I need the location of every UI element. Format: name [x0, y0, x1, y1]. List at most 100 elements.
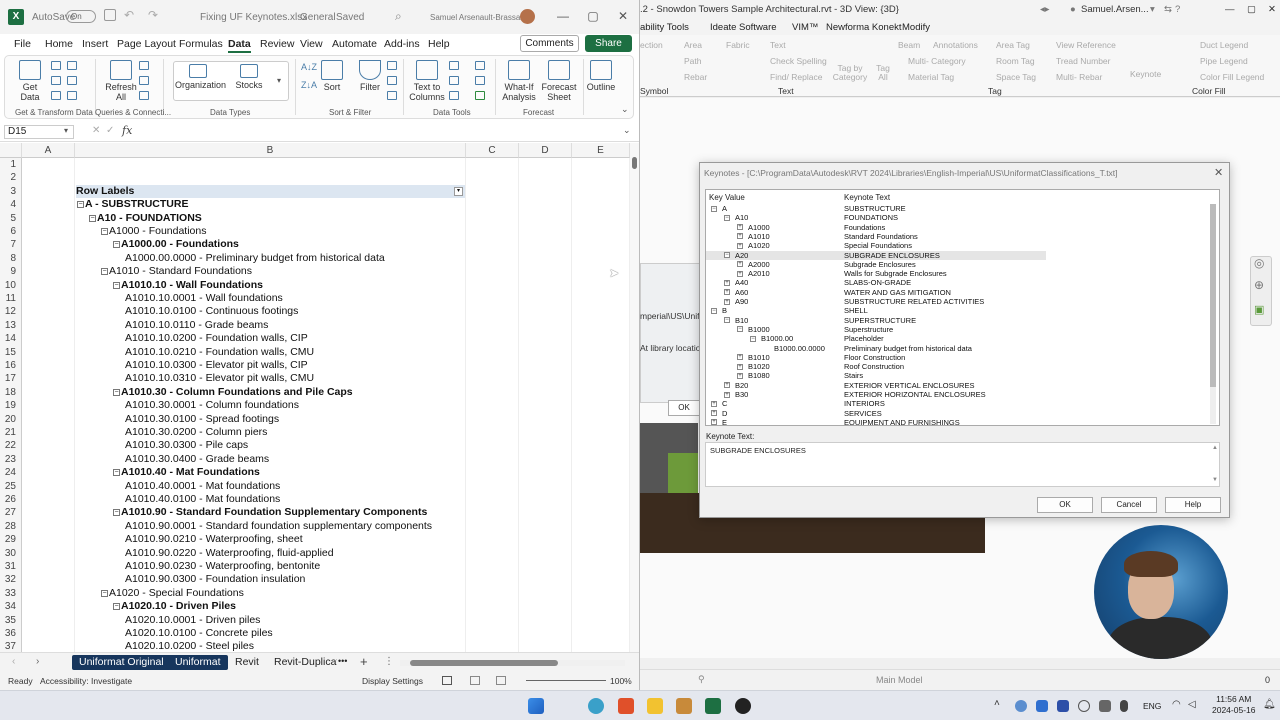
refresh-all-button[interactable]: Refresh All: [103, 60, 139, 102]
remove-duplicates-icon[interactable]: [449, 76, 459, 85]
queries-icon[interactable]: [139, 61, 149, 70]
pivot-row[interactable]: A1010.40.0001 - Mat foundations: [125, 480, 280, 493]
chevron-up-icon[interactable]: ˄: [994, 698, 1000, 709]
pivot-row[interactable]: A1010.10.0210 - Foundation walls, CMU: [125, 346, 314, 359]
keynote-row[interactable]: − B1000 Superstructure: [706, 325, 1046, 334]
main-model[interactable]: Main Model: [876, 675, 923, 685]
scrollbar-thumb[interactable]: [632, 157, 637, 169]
accessibility-status[interactable]: Accessibility: Investigate: [40, 676, 132, 686]
collapse-icon[interactable]: −: [724, 317, 730, 324]
rv-space-tag[interactable]: Space Tag: [996, 72, 1036, 82]
pivot-row[interactable]: − A1000.00 - Foundations: [113, 238, 239, 251]
tray-onedrive-icon[interactable]: [1036, 700, 1048, 712]
expand-icon[interactable]: +: [724, 289, 730, 296]
rv-view-reference[interactable]: View Reference: [1056, 40, 1116, 50]
collapse-icon[interactable]: −: [113, 603, 120, 611]
collapse-icon[interactable]: −: [113, 469, 120, 477]
view-cube-icon[interactable]: ▣: [1254, 303, 1264, 316]
keynote-text-box[interactable]: SUBGRADE ENCLOSURES: [705, 442, 1220, 487]
column-header-c[interactable]: C: [466, 143, 519, 158]
row-header[interactable]: 17: [0, 372, 22, 385]
keynote-row[interactable]: − A SUBSTRUCTURE: [706, 204, 1046, 213]
formula-input[interactable]: [140, 124, 620, 139]
keynote-row[interactable]: + D SERVICES: [706, 409, 1046, 418]
start-icon[interactable]: [528, 698, 544, 714]
row-header[interactable]: 18: [0, 386, 22, 399]
keynote-row[interactable]: − B10 SUPERSTRUCTURE: [706, 316, 1046, 325]
comments-button[interactable]: Comments: [520, 35, 579, 52]
microphone-icon[interactable]: [1120, 700, 1128, 712]
properties-icon[interactable]: [139, 76, 149, 85]
relationships-icon[interactable]: [475, 76, 485, 85]
sort-za-icon[interactable]: Z↓A: [301, 80, 317, 90]
close-icon[interactable]: ✕: [1214, 166, 1223, 179]
forecast-sheet-button[interactable]: Forecast Sheet: [539, 60, 579, 102]
menu-file[interactable]: File: [14, 38, 31, 50]
keynote-row[interactable]: + B1020 Roof Construction: [706, 362, 1046, 371]
menu-automate[interactable]: Automate: [332, 38, 377, 50]
row-header[interactable]: 15: [0, 346, 22, 359]
pivot-row[interactable]: − A1010.90 - Standard Foundation Suppleme…: [113, 506, 427, 519]
row-header[interactable]: 19: [0, 399, 22, 412]
account-name[interactable]: Samuel Arsenault-Brassard: [430, 13, 527, 22]
pivot-row[interactable]: A1020.10.0100 - Concrete piles: [125, 627, 273, 640]
row-header[interactable]: 2: [0, 171, 22, 184]
rv-tread-number[interactable]: Tread Number: [1056, 56, 1110, 66]
pivot-row[interactable]: A1010.10.0001 - Wall foundations: [125, 292, 283, 305]
pivot-row[interactable]: − A1020.10 - Driven Piles: [113, 600, 236, 613]
keynote-row[interactable]: + B1010 Floor Construction: [706, 353, 1046, 362]
rv-annotations[interactable]: Annotations: [933, 40, 978, 50]
collapse-icon[interactable]: −: [101, 228, 108, 235]
row-header[interactable]: 21: [0, 426, 22, 439]
chevron-down-icon[interactable]: ▾: [64, 126, 68, 135]
pivot-row[interactable]: A1010.10.0110 - Grade beams: [125, 319, 268, 332]
rv-keynote[interactable]: Keynote: [1130, 69, 1161, 79]
expand-icon[interactable]: +: [737, 372, 743, 379]
pivot-row-labels[interactable]: Row Labels ▾: [76, 184, 465, 199]
redo-icon[interactable]: ↷: [148, 8, 158, 22]
row-header[interactable]: 37: [0, 640, 22, 652]
row-header[interactable]: 26: [0, 493, 22, 506]
zoom-level[interactable]: 100%: [610, 676, 632, 686]
rv-area[interactable]: Area: [684, 40, 702, 50]
wifi-icon[interactable]: ◠: [1172, 699, 1181, 710]
app-icon[interactable]: [735, 698, 751, 714]
consolidate-icon[interactable]: [475, 61, 485, 70]
normal-view-icon[interactable]: [442, 676, 452, 685]
rv-path[interactable]: Path: [684, 56, 702, 66]
expand-icon[interactable]: +: [724, 382, 730, 389]
enter-icon[interactable]: ✓: [106, 125, 114, 136]
scroll-up-icon[interactable]: ▲: [1212, 445, 1218, 451]
sheet-tab-uniformat[interactable]: Uniformat: [168, 655, 228, 670]
row-header[interactable]: 23: [0, 453, 22, 466]
scrollbar-thumb[interactable]: [1210, 204, 1216, 387]
keynote-row[interactable]: + A90 SUBSTRUCTURE RELATED ACTIVITIES: [706, 297, 1046, 306]
brave-icon[interactable]: [618, 698, 634, 714]
row-header[interactable]: 25: [0, 480, 22, 493]
language-indicator[interactable]: ENG: [1143, 701, 1161, 711]
tray-gear-icon[interactable]: [1015, 700, 1027, 712]
display-settings[interactable]: Display Settings: [362, 676, 423, 686]
pivot-row[interactable]: A1010.90.0001 - Standard foundation supp…: [125, 520, 432, 533]
pivot-row[interactable]: A1010.40.0100 - Mat foundations: [125, 493, 280, 506]
pivot-row[interactable]: − A1020 - Special Foundations: [101, 587, 244, 600]
menu-data[interactable]: Data: [228, 38, 251, 53]
tray-device-icon[interactable]: [1099, 700, 1111, 712]
menu-home[interactable]: Home: [45, 38, 73, 50]
menu-formulas[interactable]: Formulas: [179, 38, 223, 50]
page-break-icon[interactable]: [496, 676, 506, 685]
column-header-e[interactable]: E: [572, 143, 630, 158]
keynote-row[interactable]: + E EQUIPMENT AND FURNISHINGS: [706, 418, 1046, 425]
col-keynote-text[interactable]: Keynote Text: [844, 193, 890, 202]
search-icon[interactable]: ⌕: [395, 9, 402, 24]
pivot-row[interactable]: A1010.90.0300 - Foundation insulation: [125, 573, 305, 586]
sort-button[interactable]: Sort: [319, 60, 345, 92]
row-header[interactable]: 11: [0, 292, 22, 305]
tab-newforma[interactable]: Newforma Konekt: [826, 22, 902, 33]
scrollbar-thumb[interactable]: [410, 660, 558, 666]
menu-page-layout[interactable]: Page Layout: [117, 38, 176, 50]
from-web-icon[interactable]: [51, 76, 61, 85]
exchange-icon[interactable]: ⇆: [1164, 4, 1172, 15]
tab-vim[interactable]: VIM™: [792, 22, 818, 33]
rv-color-fill-legend[interactable]: Color Fill Legend: [1200, 72, 1264, 82]
